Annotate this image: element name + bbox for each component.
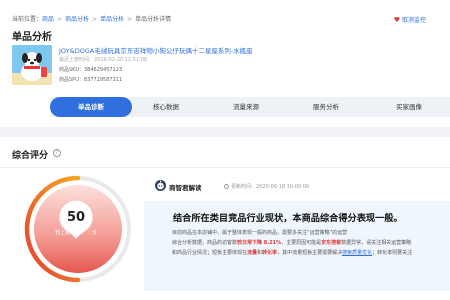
weakness-conversion: 转化率 (262, 250, 278, 256)
briefing-line-2-a: 综合分析数据，商品的访客数 (172, 240, 238, 246)
unfollow-button[interactable]: ♥ 取消监控 (394, 15, 426, 24)
breadcrumb-item-goods-analysis[interactable]: 商品分析 (65, 16, 89, 23)
breadcrumb-item-goods[interactable]: 商品 (42, 16, 54, 23)
question-circle-icon[interactable]: ? (53, 149, 61, 157)
briefing-title: 商智君解读 (169, 184, 202, 192)
breadcrumb-separator: > (92, 16, 98, 23)
breadcrumb-item-current: 单品分析详情 (135, 16, 172, 23)
breadcrumb: 当前位置：商品 > 商品分析 > 单品分析 > 单品分析详情 (12, 14, 171, 23)
score-change-suffix: 分 (91, 230, 97, 236)
product-spu: 商品SPU：837719587311 (59, 77, 123, 83)
score-card: 综合评分 ? 50 较上期降低了 2 分 商智君解读 更新时间：2020-06-… (0, 137, 450, 300)
clock-icon (224, 184, 229, 189)
breadcrumb-prefix: 当前位置： (12, 16, 43, 23)
score-change-note: 较上期降低了 2 分 (22, 229, 130, 236)
score-change-value: 2 (86, 230, 91, 236)
page-title: 单品分析 (12, 32, 52, 43)
breadcrumb-separator: > (57, 16, 63, 23)
product-name-link[interactable]: JOY&DOGA毛绒玩具京东吉祥物小狗公仔玩偶十二星座系列-水瓶座 (59, 45, 253, 55)
product-sku: 商品SKU：384629457123 (59, 67, 123, 73)
briefing-line-3-e: ，其中流量短板主要需要解决 (277, 250, 343, 256)
briefing-line-1: 目前商品在本店铺中，属于整体表现一般的商品，需要多关注“运营策略”的运营 (172, 230, 348, 236)
briefing-headline: 结合所在类目竞品行业现状，本商品综合得分表现一般。 (173, 213, 403, 224)
tab-service-analysis[interactable]: 服务分析 (285, 97, 367, 117)
tab-single-diagnosis[interactable]: 单品诊断 (50, 97, 132, 117)
divider (0, 167, 450, 168)
briefing-line-3-a: 和商品行业情况；短板主要体现在 (172, 250, 248, 256)
analysis-tabs: 单品诊断 核心数据 流量来源 服务分析 买家画像 (50, 97, 450, 117)
robot-avatar-icon (155, 180, 166, 191)
product-image (12, 45, 52, 85)
briefing-line-2-c: ，主要原因可能是 (281, 240, 322, 246)
search-quality-link[interactable]: 搜索质量优化 (342, 250, 372, 256)
score-change-prefix: 较上期降低了 (55, 230, 86, 236)
breadcrumb-separator: > (127, 16, 133, 23)
tab-traffic-source[interactable]: 流量来源 (205, 97, 287, 117)
product-update-time: 最近上架时间：2019-02-20 11:51:08 (59, 57, 148, 63)
product-thumbnail[interactable] (12, 45, 52, 85)
briefing-line-3-g: ；转化率则要关注 (372, 250, 413, 256)
breadcrumb-item-single-analysis[interactable]: 单品分析 (100, 16, 124, 23)
weakness-traffic: 流量 (247, 250, 258, 256)
briefing-line-2-e: 数据异常，请关注相关运营策略 (341, 240, 412, 246)
product-header-card: 当前位置：商品 > 商品分析 > 单品分析 > 单品分析详情 ♥ 取消监控 单品分析 JOY&… (0, 0, 450, 127)
unfollow-label: 取消监控 (401, 17, 426, 24)
jd-search-keyword: 京东搜索 (321, 240, 342, 246)
briefing-update-time: 更新时间：2020-06-18 10:00:00 (224, 183, 309, 190)
section-title: 综合评分 (12, 151, 49, 161)
tab-buyer-profile[interactable]: 买家画像 (368, 97, 450, 117)
briefing-line-3: 和商品行业情况；短板主要体现在流量和转化率，其中流量短板主要需要解决搜索质量优化… (172, 249, 412, 256)
briefing-panel: 结合所在类目竞品行业现状，本商品综合得分表现一般。 目前商品在本店铺中，属于整体… (144, 201, 450, 291)
heart-icon: ♥ (393, 16, 400, 24)
score-value: 50 (66, 210, 86, 225)
visitor-drop-value: 较日常下降 8.21% (237, 240, 282, 246)
tab-core-data[interactable]: 核心数据 (125, 97, 207, 117)
briefing-update-label: 更新时间：2020-06-18 10:00:00 (231, 184, 310, 190)
briefing-line-2: 综合分析数据，商品的访客数较日常下降 8.21%，主要原因可能是京东搜索数据异常… (172, 239, 411, 246)
